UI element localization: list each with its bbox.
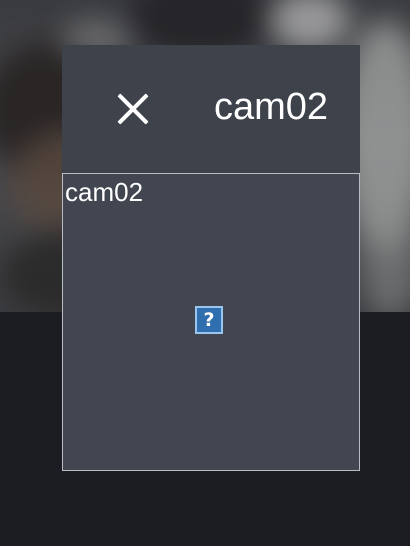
- camera-view-page: cam02 cam02 ?: [0, 0, 410, 546]
- preview-camera-label: cam02: [65, 177, 144, 207]
- broken-image-icon: ?: [195, 306, 223, 334]
- camera-preview[interactable]: cam02 ?: [62, 173, 360, 471]
- dialog-title: cam02: [213, 86, 328, 128]
- dialog-header: cam02: [62, 45, 360, 173]
- close-icon[interactable]: [116, 92, 150, 126]
- camera-dialog: cam02 cam02 ?: [62, 45, 360, 471]
